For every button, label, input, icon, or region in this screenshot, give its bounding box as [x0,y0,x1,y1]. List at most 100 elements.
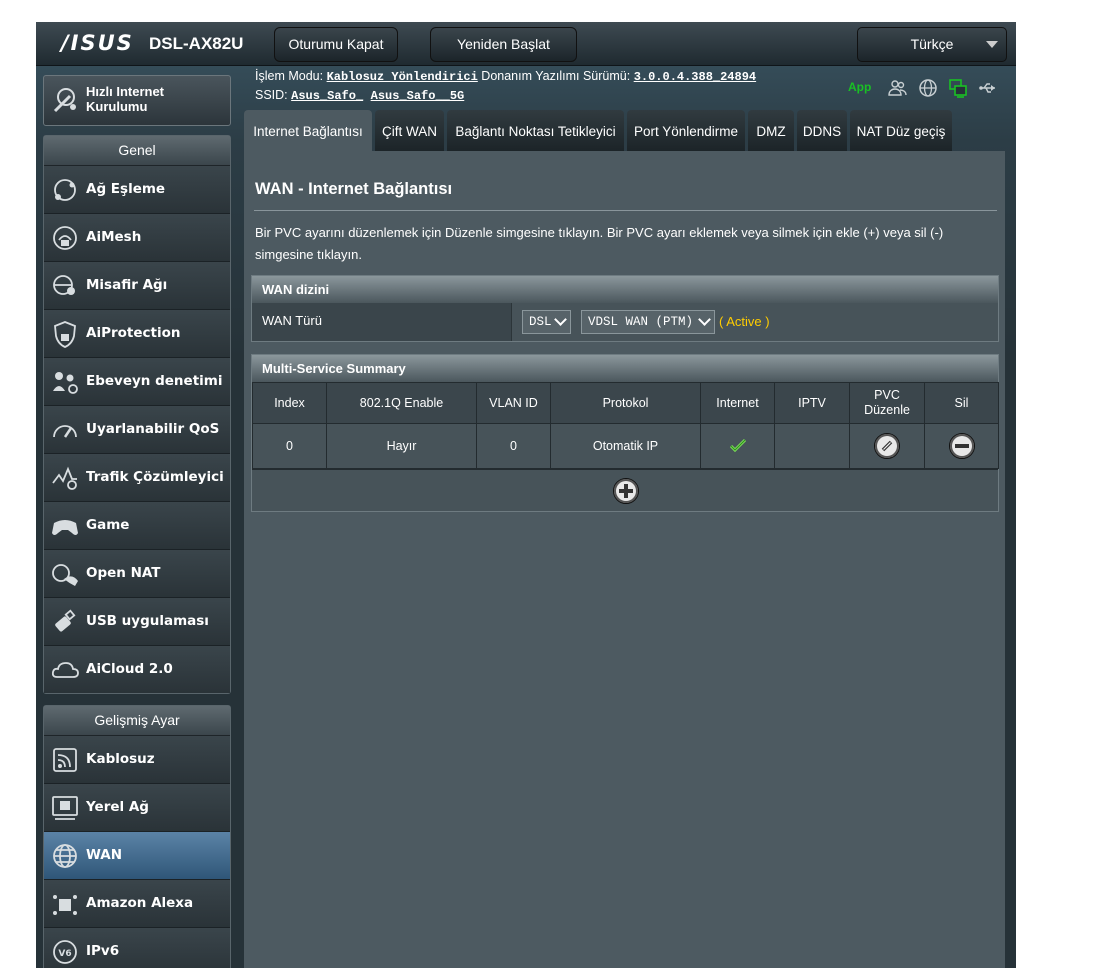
ssid-link-1[interactable]: Asus_Safo_ [291,89,363,103]
wan-index-section: WAN dizini WAN Türü DSL VDSL WAN (PTM) (… [251,275,999,342]
parental-control-icon [53,372,78,394]
globe-icon [53,844,77,868]
page-title: WAN - Internet Bağlantısı [255,180,453,198]
tab-ddns[interactable]: DDNS [797,110,847,151]
col-internet: Internet [700,382,775,424]
sidebar-item-kablosuz[interactable]: Kablosuz [44,736,230,784]
clients-icon[interactable] [888,78,908,98]
general-menu: Genel Ağ Eşleme AiMesh Misafir Ağı AiProtec… [43,135,231,694]
ssid-link-2[interactable]: Asus_Safo__5G [371,89,465,103]
model-name: DSL-AX82U [149,34,244,53]
sidebar-item-label: Kablosuz [86,751,155,767]
sidebar-item-yerel-a[interactable]: Yerel Ağ [44,784,230,832]
asus-logo: /ISUS [61,31,134,55]
col-iptv: IPTV [774,382,850,424]
reboot-button[interactable]: Yeniden Başlat [430,27,577,62]
tab-port-trigger[interactable]: Bağlantı Noktası Tetikleyici [447,110,624,151]
open-nat-icon [52,564,78,586]
title-divider [254,210,997,211]
cell-protocol: Otomatik IP [550,423,701,469]
sidebar-item-label: AiProtection [86,325,181,341]
mode-link[interactable]: Kablosuz Yönlendirici [327,70,478,84]
shield-lock-icon [54,321,76,348]
cell-internet [700,423,775,469]
sidebar-item-wan[interactable]: WAN [44,832,230,880]
table-row: 0 Hayır 0 Otomatik IP [252,423,999,469]
minus-icon [954,444,969,448]
cell-delete [924,423,999,469]
sidebar-item-label: AiCloud 2.0 [86,661,173,677]
traffic-analyzer-icon [52,466,77,490]
wan-status-badge: ( Active ) [719,314,770,329]
sidebar-item-usb-uygulamas[interactable]: USB uygulaması [44,598,230,646]
general-menu-title: Genel [44,136,230,166]
advanced-menu: Gelişmiş Ayar Kablosuz Yerel Ağ WAN Amazon … [43,705,231,968]
content-panel: WAN - Internet Bağlantısı Bir PVC ayarın… [244,151,1005,968]
wan-type-select[interactable]: DSL [522,310,571,334]
sidebar-item-a-e-leme[interactable]: Ağ Eşleme [44,166,230,214]
delete-pvc-button[interactable] [948,433,975,459]
sidebar-item-label: Amazon Alexa [86,895,194,911]
sidebar-item-aimesh[interactable]: AiMesh [44,214,230,262]
sidebar-item-open-nat[interactable]: Open NAT [44,550,230,598]
usb-icon [55,609,76,632]
sidebar-item-label: IPv6 [86,943,120,959]
cell-iptv [774,423,850,469]
sidebar-item-label: WAN [86,847,123,863]
cell-pvc-edit [849,423,925,469]
chevron-down-icon [698,313,711,326]
tab-internet-connection[interactable]: Internet Bağlantısı [244,110,372,152]
pencil-icon [881,440,893,452]
multi-service-summary-section: Multi-Service Summary Index 802.1Q Enabl… [251,354,999,512]
cell-8021q: Hayır [326,423,477,469]
lan-icon [52,796,78,820]
wan-index-title: WAN dizini [252,276,998,303]
edit-pvc-button[interactable] [874,433,900,459]
wan-type-value: DSL [529,315,552,329]
app-link[interactable]: App [848,80,871,94]
sidebar-item-aicloud-2-0[interactable]: AiCloud 2.0 [44,646,230,693]
cell-index: 0 [252,423,327,469]
sidebar-item-game[interactable]: Game [44,502,230,550]
sidebar-item-aiprotection[interactable]: AiProtection [44,310,230,358]
language-select[interactable]: Türkçe [857,27,1007,62]
sidebar-item-trafik-z-mleyici[interactable]: Trafik Çözümleyici [44,454,230,502]
svg-text:V6: V6 [58,949,71,959]
tab-dmz[interactable]: DMZ [748,110,794,151]
tab-dual-wan[interactable]: Çift WAN [375,110,444,151]
check-icon [729,438,746,452]
summary-title: Multi-Service Summary [252,355,998,382]
aimesh-icon [53,226,77,250]
page-description: Bir PVC ayarını düzenlemek için Düzenle … [255,225,944,262]
firmware-link[interactable]: 3.0.0.4.388_24894 [634,70,756,84]
sidebar-item-amazon-alexa[interactable]: Amazon Alexa [44,880,230,928]
wizard-icon [53,88,76,113]
internet-globe-icon[interactable] [918,78,938,98]
quick-setup-label: Hızlı Internet Kurulumu [86,84,165,114]
plus-icon [619,484,633,498]
logout-button[interactable]: Oturumu Kapat [274,27,398,62]
sidebar-item-label: Ağ Eşleme [86,181,166,197]
col-index: Index [252,382,327,424]
sidebar-item-misafir-a[interactable]: Misafir Ağı [44,262,230,310]
col-delete: Sil [924,382,999,424]
wireless-icon [53,748,77,772]
wan-mode-select[interactable]: VDSL WAN (PTM) [581,310,715,334]
tab-port-forwarding[interactable]: Port Yönlendirme [627,110,745,151]
quick-internet-setup-button[interactable]: Hızlı Internet Kurulumu [43,75,231,126]
cloud-icon [51,662,79,678]
sidebar-item-uyarlanabilir-qos[interactable]: Uyarlanabilir QoS [44,406,230,454]
sidebar-item-ebeveyn-denetimi[interactable]: Ebeveyn denetimi [44,358,230,406]
chevron-down-icon [554,313,567,326]
guest-network-icon [53,275,75,295]
summary-table: Index 802.1Q Enable VLAN ID Protokol Int… [252,382,999,469]
add-pvc-button[interactable] [613,478,639,504]
alexa-icon [53,895,77,915]
sidebar-item-ipv6[interactable]: V6 IPv6 [44,928,230,968]
col-protocol: Protokol [550,382,701,424]
ethernet-status-icon[interactable] [948,78,968,98]
operation-mode-line: İşlem Modu: Kablosuz Yönlendirici Donanı… [255,69,756,84]
tab-nat-passthrough[interactable]: NAT Düz geçiş [850,110,952,151]
add-pvc-row [252,469,998,511]
usb-status-icon[interactable] [978,78,998,98]
